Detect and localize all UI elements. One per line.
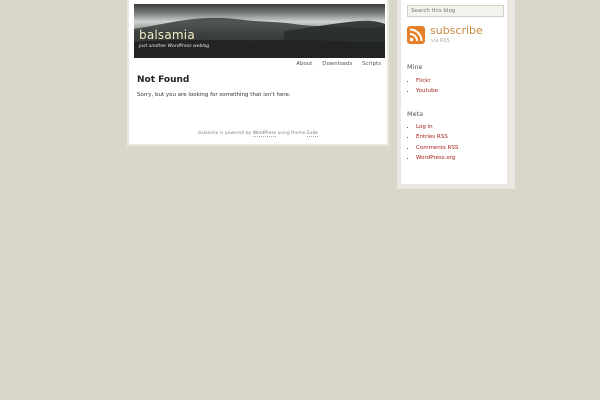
widget-title-meta: Meta (407, 110, 424, 118)
entries-rss-link[interactable]: Entries RSS (416, 134, 448, 140)
widget-title-mine: Mine (407, 63, 423, 71)
youtube-link[interactable]: Youtube (416, 88, 438, 94)
nav-item-downloads[interactable]: Downloads (322, 61, 352, 67)
meta-links-list: Log in Entries RSS Comments RSS WordPres… (407, 122, 458, 164)
top-nav: About Downloads Scripts (288, 61, 381, 67)
mine-links-list: Flickr Youtube (407, 76, 438, 97)
login-link[interactable]: Log in (416, 124, 433, 130)
subscribe-link[interactable]: subscribe (430, 24, 483, 37)
page-title: Not Found (137, 75, 190, 85)
wordpress-org-link[interactable]: WordPress.org (416, 155, 455, 161)
blog-description: just another WordPress weblog (139, 44, 210, 49)
flickr-link[interactable]: Flickr (416, 78, 431, 84)
main-column: balsamia just another WordPress weblog A… (129, 0, 387, 144)
list-item: Youtube (416, 86, 438, 96)
search-input[interactable] (407, 5, 504, 17)
not-found-message: Sorry, but you are looking for something… (137, 92, 291, 98)
subscribe-subtitle: via RSS (431, 38, 450, 44)
comments-rss-link[interactable]: Comments RSS (416, 145, 458, 151)
wordpress-link[interactable]: WordPress (252, 131, 277, 137)
list-item: Log in (416, 122, 458, 132)
footer-middle: using theme (277, 131, 306, 136)
list-item: Comments RSS (416, 143, 458, 153)
list-item: WordPress.org (416, 153, 458, 163)
header-banner[interactable]: balsamia just another WordPress weblog (134, 4, 385, 58)
sidebar-frame: subscribe via RSS Mine Flickr Youtube Me… (397, 0, 515, 189)
blog-title[interactable]: balsamia (139, 28, 195, 42)
main-column-frame: balsamia just another WordPress weblog A… (127, 0, 389, 146)
sidebar: subscribe via RSS Mine Flickr Youtube Me… (401, 0, 507, 184)
footer: balsamia is powered by WordPress using t… (129, 131, 387, 137)
nav-item-about[interactable]: About (296, 61, 312, 67)
list-item: Entries RSS (416, 132, 458, 142)
rss-icon[interactable] (407, 26, 425, 44)
theme-link[interactable]: Exile (307, 131, 318, 137)
footer-prefix: balsamia is powered by (198, 131, 252, 136)
nav-item-scripts[interactable]: Scripts (362, 61, 381, 67)
list-item: Flickr (416, 76, 438, 86)
